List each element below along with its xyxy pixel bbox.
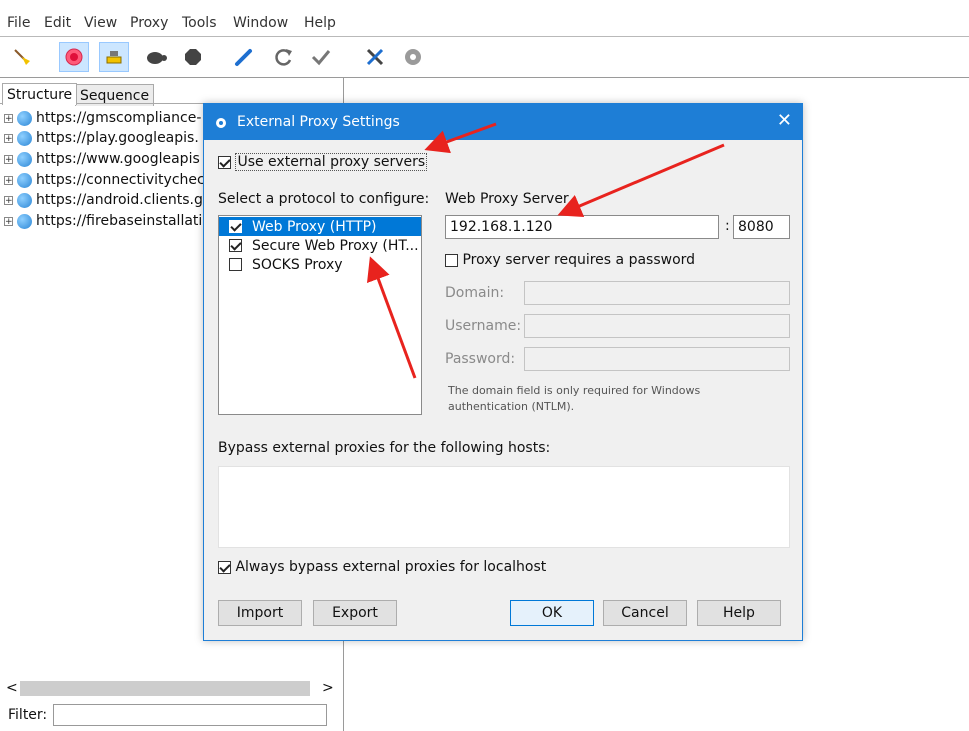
proxy-port-input[interactable]: 8080 bbox=[733, 215, 790, 239]
toolbar bbox=[0, 37, 969, 78]
broom-icon[interactable] bbox=[7, 42, 37, 72]
turtle-icon[interactable] bbox=[141, 42, 171, 72]
tree-item-label: https://connectivitychec bbox=[36, 172, 205, 188]
filter-label: Filter: bbox=[8, 707, 48, 723]
protocol-item-label: Web Proxy (HTTP) bbox=[252, 218, 377, 235]
scroll-right-arrow[interactable]: > bbox=[322, 680, 334, 696]
expand-icon[interactable]: + bbox=[4, 133, 13, 143]
settings-gear-icon[interactable] bbox=[398, 42, 428, 72]
tree-item[interactable]: + https://connectivitychec bbox=[4, 170, 205, 190]
dialog-titlebar[interactable]: External Proxy Settings ✕ bbox=[204, 104, 802, 140]
protocol-label: Select a protocol to configure: bbox=[218, 191, 430, 207]
bypass-hosts-textarea[interactable] bbox=[218, 466, 790, 548]
checkbox-checked[interactable] bbox=[218, 155, 231, 169]
import-button[interactable]: Import bbox=[218, 600, 302, 626]
tree-item-label: https://android.clients.g bbox=[36, 192, 203, 208]
globe-icon bbox=[17, 130, 32, 146]
menu-tools[interactable]: Tools bbox=[182, 15, 217, 31]
menu-edit[interactable]: Edit bbox=[44, 15, 71, 31]
menu-view[interactable]: View bbox=[84, 15, 117, 31]
password-input[interactable] bbox=[524, 347, 790, 371]
protocol-list[interactable]: Web Proxy (HTTP) Secure Web Proxy (HT...… bbox=[218, 215, 422, 415]
always-bypass-localhost-checkbox[interactable]: Always bypass external proxies for local… bbox=[218, 559, 546, 575]
web-proxy-server-label: Web Proxy Server bbox=[445, 191, 569, 207]
scroll-left-arrow[interactable]: < bbox=[6, 680, 18, 696]
checkbox-unchecked[interactable] bbox=[229, 258, 242, 271]
menu-help[interactable]: Help bbox=[304, 15, 336, 31]
globe-icon bbox=[17, 213, 32, 229]
protocol-item-socks[interactable]: SOCKS Proxy bbox=[219, 255, 421, 274]
stop-icon[interactable] bbox=[178, 42, 208, 72]
checkbox-checked[interactable] bbox=[229, 239, 242, 252]
dialog-title: External Proxy Settings bbox=[237, 114, 400, 130]
checkmark-icon[interactable] bbox=[306, 42, 336, 72]
expand-icon[interactable]: + bbox=[4, 216, 13, 226]
help-button[interactable]: Help bbox=[697, 600, 781, 626]
external-proxy-dialog: External Proxy Settings ✕ Use external p… bbox=[203, 103, 803, 641]
export-button[interactable]: Export bbox=[313, 600, 397, 626]
bypass-label: Bypass external proxies for the followin… bbox=[218, 440, 551, 456]
requires-password-checkbox[interactable]: Proxy server requires a password bbox=[445, 252, 695, 268]
domain-label: Domain: bbox=[445, 285, 505, 301]
filter-input[interactable] bbox=[53, 704, 327, 726]
username-input[interactable] bbox=[524, 314, 790, 338]
always-bypass-label: Always bypass external proxies for local… bbox=[235, 559, 547, 575]
menu-bar: File Edit View Proxy Tools Window Help bbox=[0, 0, 969, 37]
password-label: Password: bbox=[445, 351, 516, 367]
globe-icon bbox=[17, 110, 32, 126]
tree-item[interactable]: + https://gmscompliance- bbox=[4, 108, 201, 128]
host-port-separator: : bbox=[725, 218, 730, 234]
menu-file[interactable]: File bbox=[7, 15, 30, 31]
globe-icon bbox=[17, 151, 32, 167]
close-icon[interactable]: ✕ bbox=[777, 110, 792, 131]
expand-icon[interactable]: + bbox=[4, 113, 13, 123]
pen-icon[interactable] bbox=[229, 42, 259, 72]
tree-item[interactable]: + https://www.googleapis bbox=[4, 149, 200, 169]
use-external-proxy-label: Use external proxy servers bbox=[235, 153, 428, 171]
expand-icon[interactable]: + bbox=[4, 195, 13, 205]
username-label: Username: bbox=[445, 318, 522, 334]
domain-input[interactable] bbox=[524, 281, 790, 305]
globe-icon bbox=[17, 172, 32, 188]
ntlm-note-line1: The domain field is only required for Wi… bbox=[448, 384, 701, 397]
tree-item[interactable]: + https://firebaseinstallati bbox=[4, 211, 202, 231]
scroll-thumb[interactable] bbox=[20, 681, 310, 696]
tree-item[interactable]: + https://android.clients.g bbox=[4, 190, 203, 210]
tree-item-label: https://firebaseinstallati bbox=[36, 213, 203, 229]
requires-password-label: Proxy server requires a password bbox=[462, 252, 696, 268]
menu-window[interactable]: Window bbox=[233, 15, 288, 31]
tab-structure[interactable]: Structure bbox=[2, 83, 78, 105]
expand-icon[interactable]: + bbox=[4, 175, 13, 185]
expand-icon[interactable]: + bbox=[4, 154, 13, 164]
tools-icon[interactable] bbox=[360, 42, 390, 72]
globe-icon bbox=[17, 192, 32, 208]
checkbox-checked[interactable] bbox=[218, 560, 231, 574]
horizontal-scrollbar[interactable]: < > bbox=[0, 678, 343, 700]
use-external-proxy-checkbox[interactable]: Use external proxy servers bbox=[218, 153, 428, 171]
refresh-icon[interactable] bbox=[268, 42, 298, 72]
cancel-button[interactable]: Cancel bbox=[603, 600, 687, 626]
checkbox-checked[interactable] bbox=[229, 220, 242, 233]
protocol-item-label: Secure Web Proxy (HT... bbox=[252, 237, 419, 254]
proxy-host-input[interactable]: 192.168.1.120 bbox=[445, 215, 719, 239]
protocol-item-https[interactable]: Secure Web Proxy (HT... bbox=[219, 236, 421, 255]
tree-item-label: https://gmscompliance- bbox=[36, 110, 202, 126]
record-icon[interactable] bbox=[59, 42, 89, 72]
menu-proxy[interactable]: Proxy bbox=[130, 15, 168, 31]
tree-item-label: https://play.googleapis. bbox=[36, 130, 199, 146]
protocol-item-http[interactable]: Web Proxy (HTTP) bbox=[219, 217, 421, 236]
ok-button[interactable]: OK bbox=[510, 600, 594, 626]
protocol-item-label: SOCKS Proxy bbox=[252, 256, 343, 273]
ntlm-note-line2: authentication (NTLM). bbox=[448, 400, 575, 413]
checkbox-unchecked[interactable] bbox=[445, 253, 458, 267]
app-icon bbox=[214, 115, 228, 133]
tree-item[interactable]: + https://play.googleapis. bbox=[4, 128, 199, 148]
throttle-icon[interactable] bbox=[99, 42, 129, 72]
tree-item-label: https://www.googleapis bbox=[36, 151, 200, 167]
